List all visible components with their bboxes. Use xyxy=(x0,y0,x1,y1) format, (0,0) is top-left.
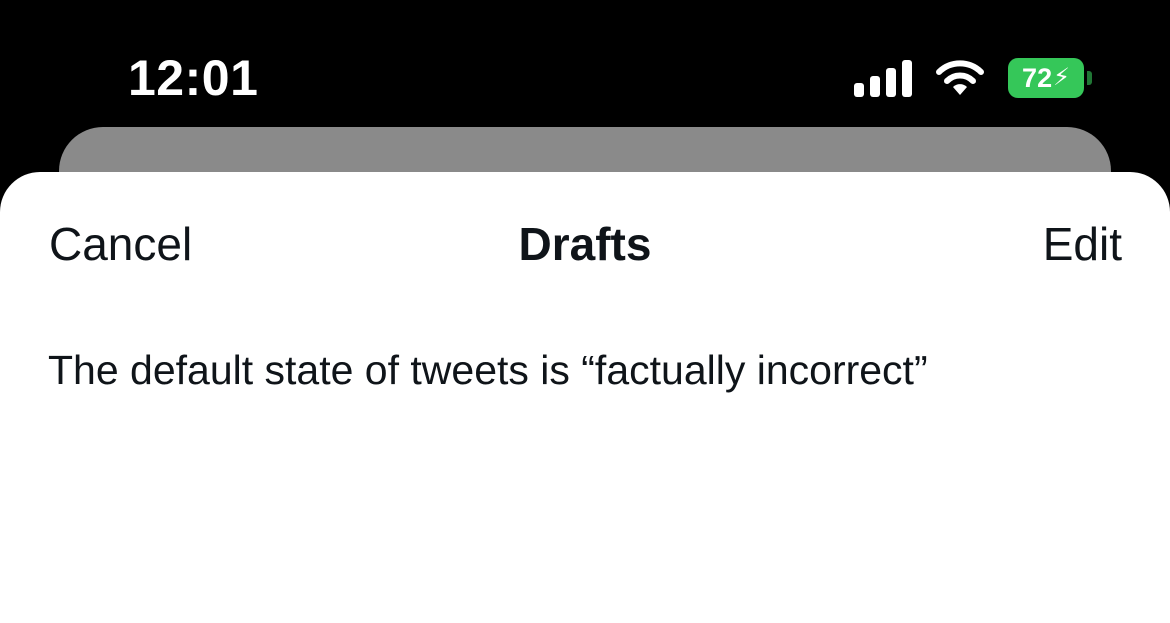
battery-level: 72 ⚡ xyxy=(1008,58,1084,98)
battery-icon: 72 ⚡ xyxy=(1008,58,1092,98)
status-bar: 12:01 72 ⚡ xyxy=(0,0,1170,130)
status-time: 12:01 xyxy=(128,50,259,106)
sheet-header: Cancel Drafts Edit xyxy=(0,210,1170,280)
draft-item[interactable]: The default state of tweets is “factuall… xyxy=(0,332,1170,412)
battery-percent: 72 xyxy=(1022,63,1053,93)
status-icons: 72 ⚡ xyxy=(854,56,1092,100)
bolt-icon: ⚡ xyxy=(1053,64,1070,91)
screen: 12:01 72 ⚡ Cancel Drafts Edit The defaul… xyxy=(0,0,1170,623)
page-title: Drafts xyxy=(518,218,652,270)
wifi-icon xyxy=(936,60,984,95)
draft-text: The default state of tweets is “factuall… xyxy=(48,347,928,393)
drafts-sheet: Cancel Drafts Edit The default state of … xyxy=(0,172,1170,623)
signal-icon xyxy=(854,60,912,97)
edit-button[interactable]: Edit xyxy=(1043,214,1122,274)
battery-cap xyxy=(1087,71,1092,85)
